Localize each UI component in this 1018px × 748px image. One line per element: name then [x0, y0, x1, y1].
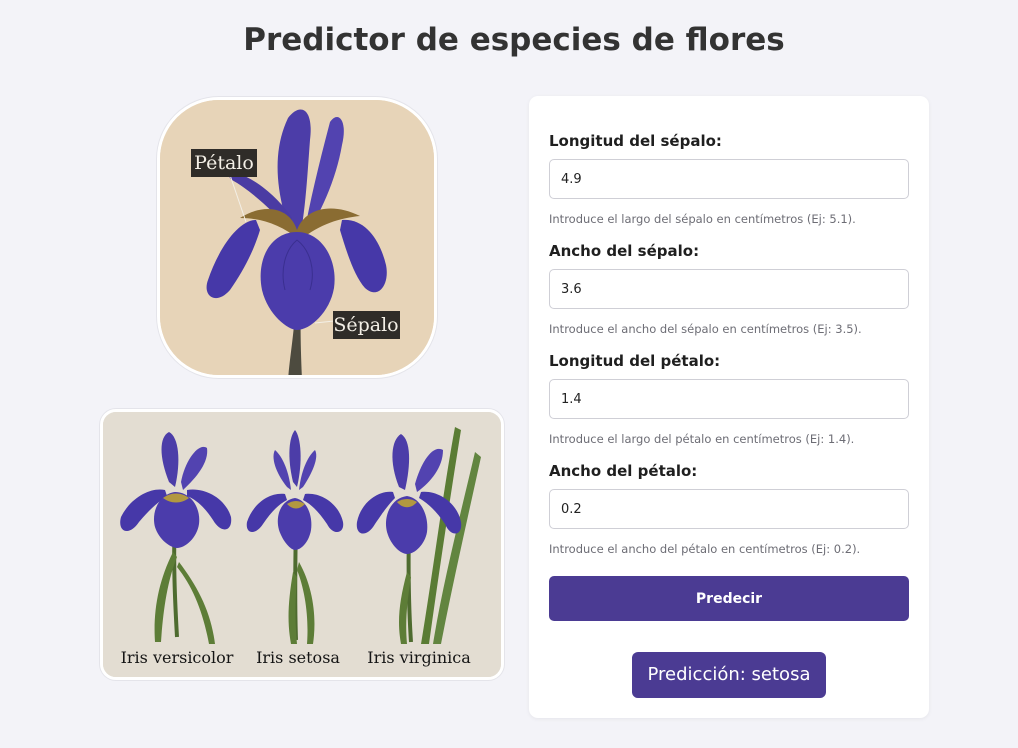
- petal-length-label: Longitud del pétalo:: [549, 352, 721, 370]
- page-title: Predictor de especies de flores: [243, 22, 785, 58]
- species-label-virginica: Iris virginica: [367, 648, 471, 667]
- field-sepal-width: Ancho del sépalo: Introduce el ancho del…: [549, 242, 909, 336]
- predict-button[interactable]: Predecir: [549, 576, 909, 621]
- prediction-form-card: Longitud del sépalo: Introduce el largo …: [529, 96, 929, 718]
- petal-length-input[interactable]: [549, 379, 909, 419]
- petal-width-input[interactable]: [549, 489, 909, 529]
- species-label-versicolor: Iris versicolor: [121, 648, 234, 667]
- iris-diagram-image: Pétalo Sépalo: [157, 97, 437, 378]
- iris-diagram-illustration: Pétalo Sépalo: [160, 100, 434, 375]
- sepal-width-input[interactable]: [549, 269, 909, 309]
- sepal-label: Sépalo: [333, 314, 398, 336]
- iris-species-illustration: Iris versicolor Iris setosa Iris virgini…: [103, 412, 501, 677]
- field-petal-length: Longitud del pétalo: Introduce el largo …: [549, 352, 909, 446]
- species-label-setosa: Iris setosa: [256, 648, 340, 667]
- petal-length-help: Introduce el largo del pétalo en centíme…: [549, 432, 855, 446]
- petal-width-label: Ancho del pétalo:: [549, 462, 698, 480]
- sepal-length-help: Introduce el largo del sépalo en centíme…: [549, 212, 856, 226]
- sepal-width-label: Ancho del sépalo:: [549, 242, 700, 260]
- iris-species-image: Iris versicolor Iris setosa Iris virgini…: [100, 409, 504, 680]
- petal-label: Pétalo: [194, 152, 254, 174]
- sepal-length-label: Longitud del sépalo:: [549, 132, 722, 150]
- field-sepal-length: Longitud del sépalo: Introduce el largo …: [549, 132, 909, 226]
- sepal-length-input[interactable]: [549, 159, 909, 199]
- field-petal-width: Ancho del pétalo: Introduce el ancho del…: [549, 462, 909, 556]
- sepal-width-help: Introduce el ancho del sépalo en centíme…: [549, 322, 862, 336]
- petal-width-help: Introduce el ancho del pétalo en centíme…: [549, 542, 861, 556]
- prediction-result: Predicción: setosa: [632, 652, 826, 698]
